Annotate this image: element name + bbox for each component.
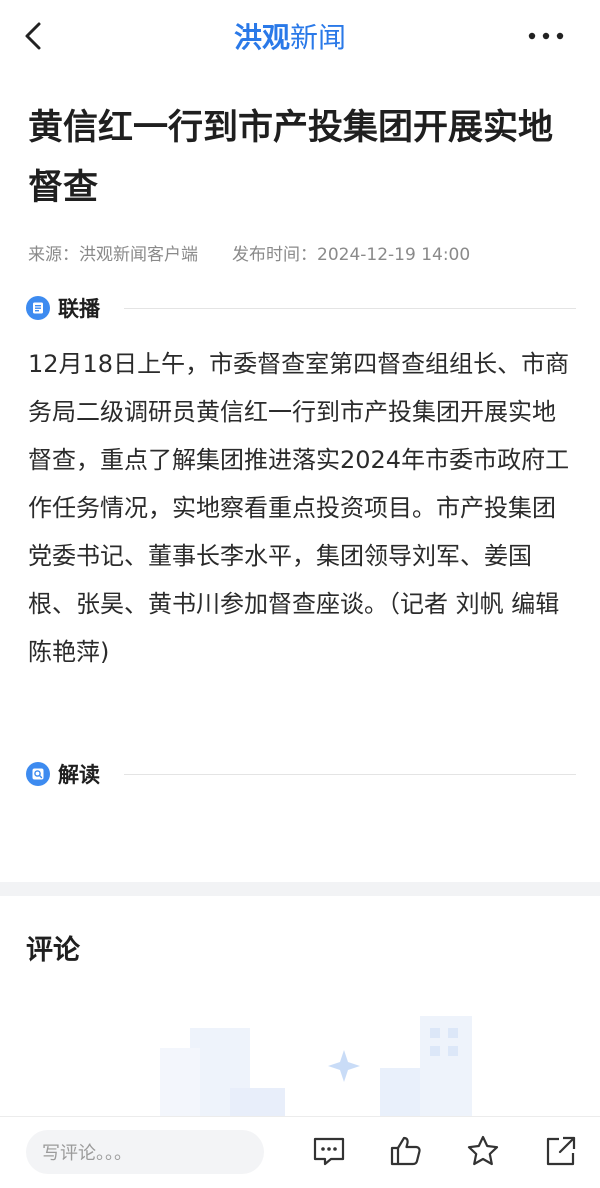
more-dots-icon: [528, 32, 564, 40]
article-publish-time: 发布时间：2024-12-19 14:00: [232, 245, 471, 265]
interpret-section-header: 解读: [26, 759, 576, 789]
more-button[interactable]: [524, 20, 568, 52]
empty-comments-illustration: [160, 1016, 472, 1118]
logo-text-secondary: 新闻: [290, 21, 347, 54]
share-button[interactable]: [543, 1133, 579, 1169]
like-button[interactable]: [388, 1133, 424, 1169]
article-body: 12月18日上午，市委督查室第四督查组组长、市商务局二级调研员黄信红一行到市产投…: [28, 350, 570, 666]
back-button[interactable]: [14, 16, 54, 56]
bottom-action-bar: 写评论。。。: [0, 1116, 600, 1188]
interpret-section-label: 解读: [58, 763, 100, 787]
comments-button[interactable]: [311, 1133, 347, 1169]
thumbs-up-icon: [390, 1136, 421, 1166]
star-icon: [467, 1135, 499, 1166]
broadcast-section-label: 联播: [58, 297, 100, 321]
broadcast-icon: [26, 296, 50, 320]
article-title: 黄信红一行到市产投集团开展实地督查: [28, 108, 554, 208]
content-divider-band: [0, 882, 600, 896]
comments-title: 评论: [26, 935, 80, 966]
interpret-icon: [26, 762, 50, 786]
share-icon: [546, 1136, 576, 1166]
article-source: 来源：洪观新闻客户端: [28, 245, 198, 265]
top-nav-bar: 洪观 新闻: [0, 0, 600, 76]
section-divider: [124, 773, 576, 775]
chevron-left-icon: [25, 22, 41, 50]
broadcast-section-header: 联播: [26, 293, 576, 323]
comment-bubble-icon: [313, 1137, 345, 1166]
article-meta: 来源：洪观新闻客户端 发布时间：2024-12-19 14:00: [28, 240, 470, 265]
logo-text-primary: 洪观: [234, 21, 291, 54]
comment-input[interactable]: 写评论。。。: [26, 1130, 264, 1174]
favorite-button[interactable]: [465, 1133, 501, 1169]
app-logo: 洪观 新闻: [234, 16, 346, 56]
section-divider: [124, 307, 576, 309]
